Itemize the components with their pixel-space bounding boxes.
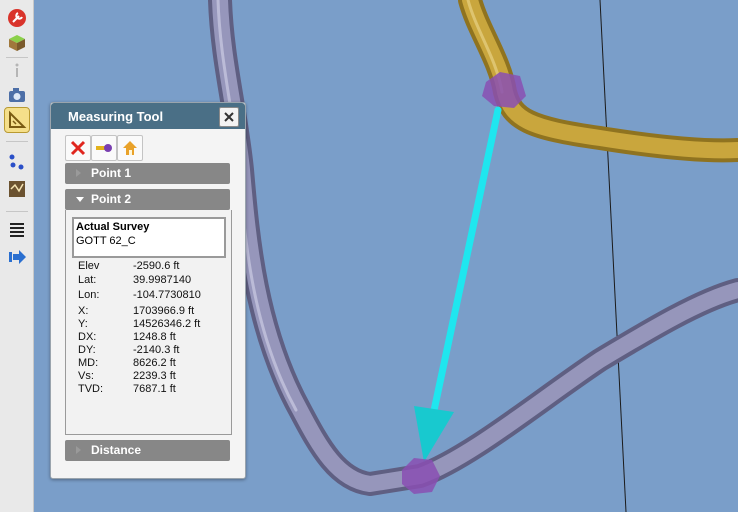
md-value: 8626.2 ft [133,357,176,369]
y-value: 14526346.2 ft [133,318,201,330]
distance-label: Distance [91,443,142,457]
dots-icon [9,154,24,170]
y-label: Y: [78,318,88,330]
point2-label: Point 2 [91,192,132,206]
lat-value: 39.9987140 [133,274,192,286]
list-icon [10,223,24,237]
lat-label: Lat: [78,274,97,286]
camera-button[interactable] [5,83,29,107]
wrench-button[interactable] [5,6,29,30]
expanded-arrow-icon [76,197,84,202]
wrench-icon [8,9,26,27]
panel-title: Measuring Tool [68,109,164,124]
x-label: X: [78,305,89,317]
tvd-value: 7687.1 ft [133,383,176,395]
export-button[interactable] [5,245,29,269]
points-button[interactable] [5,150,29,174]
map-icon [9,181,25,197]
home-button[interactable] [117,135,143,161]
dx-value: 1248.8 ft [133,331,176,343]
elev-value: -2590.6 ft [133,260,180,272]
close-button[interactable] [219,107,239,127]
md-label: MD: [78,357,99,369]
survey-name: GOTT 62_C [76,235,136,247]
point1-section-header[interactable]: Point 1 [65,163,230,184]
pick-point-button[interactable] [91,135,117,161]
survey-type: Actual Survey [76,221,150,233]
red-x-icon [70,140,86,156]
x-value: 1703966.9 ft [133,305,195,317]
point2-section-header[interactable]: Point 2 [65,189,230,210]
vs-label: Vs: [78,370,94,382]
home-icon [123,141,137,155]
lon-value: -104.7730810 [133,289,201,301]
clear-measure-button[interactable] [65,135,91,161]
dy-value: -2140.3 ft [133,344,180,356]
vs-value: 2239.3 ft [133,370,176,382]
ruler-icon [9,110,27,128]
collapsed-arrow-icon [76,169,81,177]
measure-button[interactable] [4,107,30,133]
camera-icon [9,88,25,102]
info-button[interactable] [5,58,29,82]
survey-info-box: Actual Survey GOTT 62_C [72,217,226,258]
point2-details: Actual Survey GOTT 62_C Elev -2590.6 ft … [65,210,232,435]
tvd-label: TVD: [78,383,104,395]
point-pick-icon [96,144,112,152]
cube-button[interactable] [5,31,29,55]
reference-line [599,0,627,512]
panel-header: Measuring Tool [51,103,245,129]
cube-icon [9,35,25,51]
lon-label: Lon: [78,289,100,301]
list-button[interactable] [5,218,29,242]
measure-line [428,106,502,424]
arrow-icon [9,250,26,264]
distance-section-header[interactable]: Distance [65,440,230,461]
dx-label: DX: [78,331,97,343]
point1-label: Point 1 [91,166,132,180]
measuring-tool-panel: Measuring Tool Point 1 Point 2 Actual Su… [50,102,246,479]
dy-label: DY: [78,344,96,356]
close-icon [224,112,234,122]
left-toolbar [0,0,34,512]
info-icon [15,63,19,77]
collapsed-arrow-icon [76,446,81,454]
map-button[interactable] [5,177,29,201]
elev-label: Elev [78,260,100,272]
